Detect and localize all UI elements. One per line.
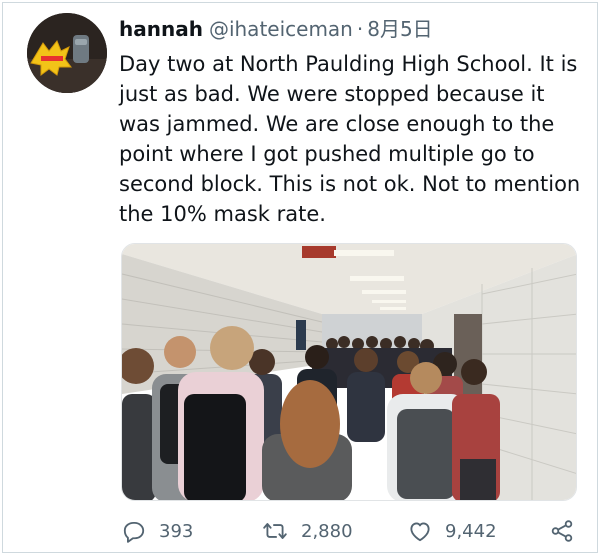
retweet-count: 2,880 (301, 520, 353, 542)
like-count: 9,442 (445, 520, 497, 542)
user-handle[interactable]: @ihateiceman (209, 17, 353, 41)
tweet-header: hannah @ihateiceman · 8月5日 (119, 17, 433, 41)
like-button[interactable]: 9,442 (407, 515, 497, 547)
avatar[interactable] (27, 13, 107, 93)
reply-count: 393 (159, 520, 194, 542)
action-bar: 393 2,880 9,442 (121, 515, 581, 547)
tweet-card[interactable]: hannah @ihateiceman · 8月5日 Day two at North… (2, 2, 598, 553)
like-icon (410, 522, 430, 542)
reply-icon (123, 521, 145, 543)
retweet-button[interactable]: 2,880 (261, 515, 353, 547)
share-button[interactable] (549, 515, 575, 547)
share-icon (551, 520, 573, 542)
retweet-icon (263, 523, 287, 539)
tweet-text: Day two at North Paulding High School. I… (119, 52, 581, 226)
display-name[interactable]: hannah (119, 17, 203, 41)
avatar-sticker-icon (27, 13, 107, 93)
crowded-hallway-photo (122, 244, 576, 500)
tweet-date[interactable]: 8月5日 (367, 17, 432, 41)
separator-dot: · (356, 17, 364, 41)
reply-button[interactable]: 393 (121, 515, 193, 547)
tweet-photo[interactable] (121, 243, 577, 501)
